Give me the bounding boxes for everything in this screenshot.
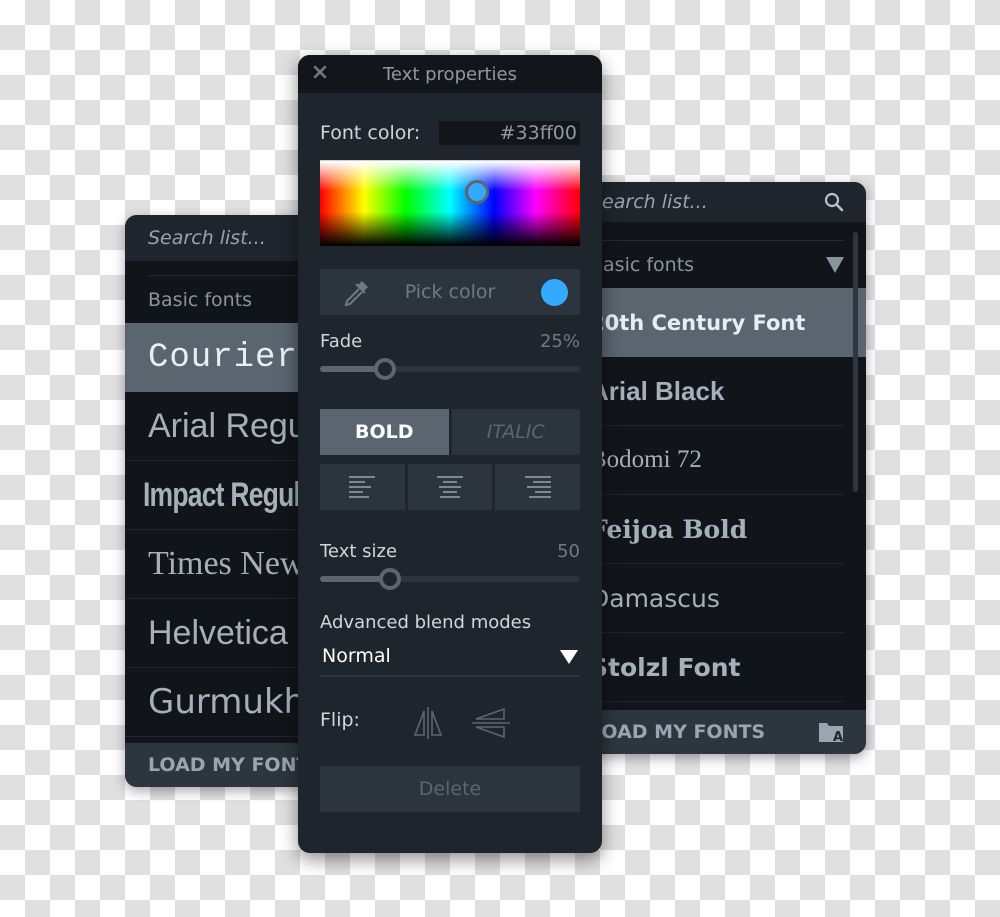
fade-label: Fade <box>320 331 363 352</box>
delete-button[interactable]: Delete <box>320 766 580 812</box>
fade-value: 25% <box>539 331 580 352</box>
text-size-label: Text size <box>320 541 398 562</box>
font-name: 20th Century Font <box>590 310 806 335</box>
caret-down-icon <box>826 257 844 273</box>
font-name: Arial Black <box>590 375 725 406</box>
panel-header: Text properties <box>298 55 602 93</box>
search-placeholder: Search list... <box>148 227 266 249</box>
pick-color-label: Pick color <box>404 281 496 303</box>
color-spectrum-picker[interactable] <box>320 160 580 246</box>
category-label: Basic fonts <box>148 288 253 311</box>
category-label: Basic fonts <box>590 253 695 276</box>
svg-text:A: A <box>833 730 843 743</box>
font-name: Helvetica <box>148 613 288 652</box>
font-name: Damascus <box>590 583 720 613</box>
flip-row: Flip: <box>320 703 580 743</box>
align-center-button[interactable] <box>407 464 493 510</box>
font-name: Stolzl Font <box>590 652 741 682</box>
dropdown-triangle-icon <box>560 650 578 664</box>
text-align-group <box>320 464 581 510</box>
font-name: Bodomi 72 <box>590 446 702 473</box>
load-fonts-label: LOAD MY FONTS <box>148 754 324 776</box>
text-properties-panel: Text properties Font color: Pick color F… <box>298 55 602 853</box>
flip-vertical-icon[interactable] <box>470 705 512 741</box>
font-color-hex-input[interactable] <box>439 121 580 145</box>
align-left-icon <box>349 476 376 498</box>
eyedropper-icon <box>344 281 368 307</box>
blend-mode-value: Normal <box>322 645 391 667</box>
spectrum-handle[interactable] <box>465 180 489 204</box>
panel-title: Text properties <box>383 63 517 85</box>
text-size-slider-thumb[interactable] <box>379 568 402 590</box>
font-folder-icon: A <box>819 723 843 743</box>
search-placeholder: Search list... <box>590 191 708 213</box>
bold-toggle[interactable]: BOLD <box>320 409 449 455</box>
load-fonts-label: LOAD MY FONTS <box>590 721 766 743</box>
text-size-slider-row: Text size 50 <box>320 541 580 590</box>
align-right-button[interactable] <box>495 464 581 510</box>
font-name: Courier <box>148 338 298 377</box>
blend-modes-label: Advanced blend modes <box>320 612 532 633</box>
fade-slider-row: Fade 25% <box>320 331 580 380</box>
flip-label: Flip: <box>320 709 360 731</box>
text-size-value: 50 <box>557 541 580 562</box>
font-category-selector[interactable]: Basic fonts <box>590 240 844 288</box>
pick-color-button[interactable]: Pick color <box>320 269 580 315</box>
font-name: Gurmukhi <box>148 682 315 722</box>
font-list-scrollbar[interactable] <box>853 232 858 492</box>
font-list-item[interactable]: Impact Regular <box>125 461 324 530</box>
font-name: Impact Regular <box>142 475 324 514</box>
close-icon[interactable] <box>312 64 328 80</box>
font-color-row: Font color: <box>320 121 580 145</box>
text-style-toggles: BOLD ITALIC <box>320 409 580 455</box>
align-left-button[interactable] <box>320 464 405 510</box>
font-color-label: Font color: <box>320 122 421 144</box>
text-size-slider[interactable] <box>320 568 580 590</box>
fade-slider[interactable] <box>320 358 580 380</box>
align-center-icon <box>437 476 463 498</box>
flip-horizontal-icon[interactable] <box>410 705 446 741</box>
blend-mode-select[interactable]: Normal <box>320 643 580 677</box>
search-icon[interactable] <box>824 192 844 212</box>
align-right-icon <box>524 476 551 498</box>
font-name: Feijoa Bold <box>590 514 748 544</box>
fade-slider-thumb[interactable] <box>374 358 396 380</box>
picked-color-swatch <box>541 279 568 306</box>
italic-toggle[interactable]: ITALIC <box>451 409 580 455</box>
